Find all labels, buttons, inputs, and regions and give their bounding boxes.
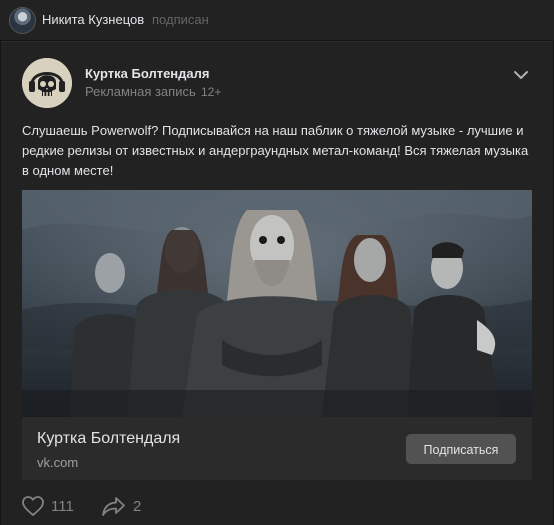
share-button[interactable]: 2 bbox=[101, 494, 141, 518]
post-image[interactable] bbox=[22, 190, 532, 417]
chevron-down-icon[interactable] bbox=[512, 66, 530, 84]
like-button[interactable]: 111 bbox=[21, 494, 74, 518]
link-domain: vk.com bbox=[37, 455, 79, 470]
band-photo-illustration bbox=[22, 190, 532, 417]
user-avatar[interactable] bbox=[9, 7, 36, 34]
link-title[interactable]: Куртка Болтендаля bbox=[37, 430, 180, 448]
subscription-status: подписан bbox=[152, 12, 209, 27]
group-avatar[interactable] bbox=[22, 58, 72, 108]
page: Никита Кузнецов подписан Куртка Болтенда… bbox=[0, 0, 554, 525]
notification-bar: Никита Кузнецов подписан bbox=[0, 0, 554, 40]
skull-headphones-logo-icon bbox=[22, 58, 72, 108]
ad-label: Рекламная запись bbox=[85, 84, 196, 99]
ad-post-card: Куртка Болтендаля Рекламная запись 12+ С… bbox=[1, 41, 553, 525]
post-text: Слушаешь Powerwolf? Подписывайся на наш … bbox=[22, 123, 529, 178]
like-count: 111 bbox=[51, 497, 74, 515]
heart-icon bbox=[22, 496, 44, 516]
user-name-link[interactable]: Никита Кузнецов bbox=[42, 12, 144, 27]
link-snippet[interactable]: Куртка Болтендаля vk.com Подписаться bbox=[22, 417, 532, 480]
age-rating: 12+ bbox=[201, 85, 222, 99]
subscribe-button[interactable]: Подписаться bbox=[406, 434, 516, 464]
share-arrow-icon bbox=[102, 497, 125, 516]
share-count: 2 bbox=[133, 497, 142, 515]
group-name-link[interactable]: Куртка Болтендаля bbox=[85, 66, 209, 81]
